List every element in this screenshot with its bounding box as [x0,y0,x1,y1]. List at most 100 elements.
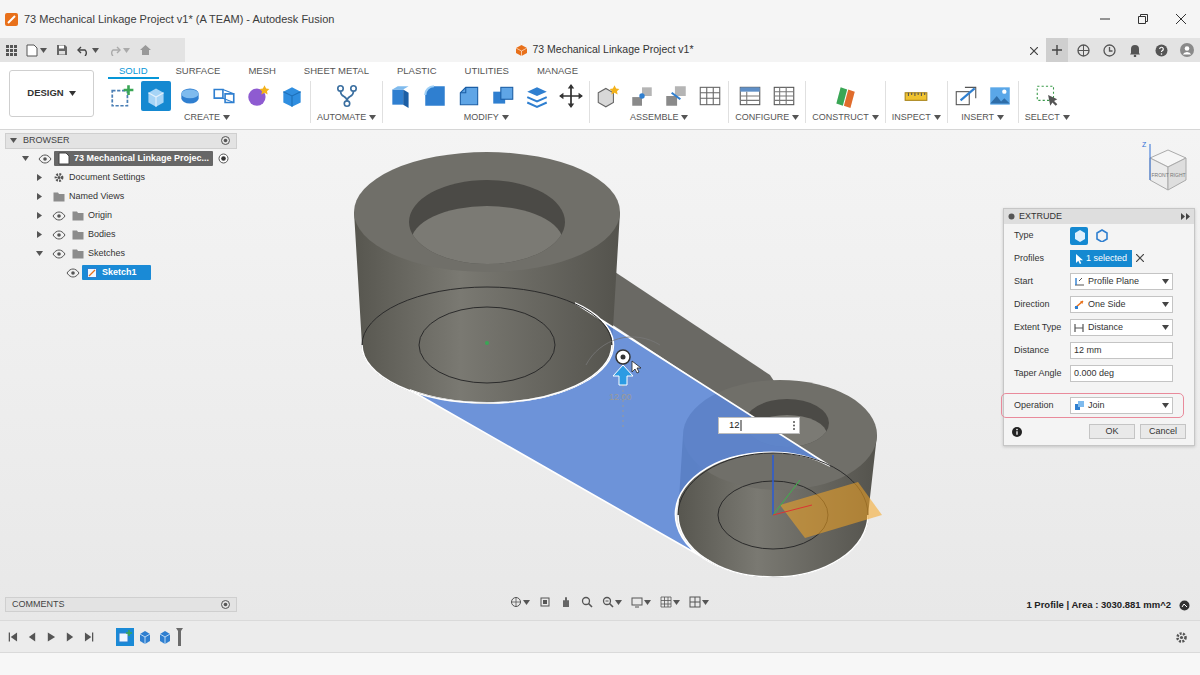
browser-item-box[interactable]: Document Settings [49,170,149,186]
insert-tool[interactable] [951,81,981,111]
dropdown[interactable]: Distance [1070,319,1173,336]
viewports-button[interactable] [689,596,709,608]
workspace-label[interactable]: DESIGN [27,86,63,100]
group-menu[interactable]: INSPECT [889,111,944,123]
group-label[interactable]: SELECT [1025,111,1060,123]
type-control[interactable] [1070,227,1173,245]
workspace-button[interactable]: DESIGN [9,70,94,117]
expand-icon[interactable] [36,231,43,238]
zoom-window-button[interactable] [602,596,622,608]
browser-item-box[interactable]: Origin [68,208,116,224]
box-tool[interactable] [277,81,307,111]
play-button[interactable] [46,631,56,643]
component-tool[interactable] [593,81,623,111]
ribbon-tab-label[interactable]: MESH [248,65,275,76]
profile-selection-button[interactable]: 1 selected [1070,250,1132,267]
browser-item[interactable]: Sketch1 [5,263,237,282]
display-button[interactable] [631,596,651,608]
field-value[interactable]: 0.000 deg [1074,367,1114,381]
dropdown-value[interactable]: Distance [1088,321,1123,335]
move-tool[interactable] [556,81,586,111]
ribbon-tab[interactable]: UTILITIES [454,62,520,79]
dropdown-control[interactable]: One Side [1070,296,1173,313]
distance-input-value[interactable]: 12 [729,418,740,432]
expand-icon[interactable] [36,174,43,181]
group-label[interactable]: CREATE [184,111,220,123]
dropdown-value[interactable]: Profile Plane [1088,275,1139,289]
timeline-feature[interactable] [136,628,154,646]
group-menu[interactable]: CONFIGURE [732,111,802,123]
group-label[interactable]: MODIFY [464,111,499,123]
more-button[interactable] [792,418,796,432]
clear-selection-button[interactable] [1136,252,1144,266]
restore-button[interactable] [1124,0,1162,38]
measure-tool[interactable] [901,81,931,111]
revolve-tool[interactable] [175,81,205,111]
browser-item-label[interactable]: Origin [88,209,112,223]
plane-tool[interactable] [830,81,860,111]
radio-icon[interactable] [218,153,229,164]
selection-control[interactable]: 1 selected [1070,250,1173,267]
browser-item[interactable]: Bodies [5,225,237,244]
group-menu[interactable]: SELECT [1022,111,1073,123]
sheet-tool[interactable] [769,81,799,111]
browser-item-box[interactable]: Sketches [68,246,129,262]
timeline-settings-button[interactable] [1175,628,1188,645]
file-button[interactable] [26,44,47,57]
look-at-button[interactable] [539,596,551,608]
first-button[interactable] [8,631,18,643]
project-tool[interactable] [209,81,239,111]
group-menu[interactable]: ASSEMBLE [627,111,692,123]
browser-item-box[interactable]: Sketch1 [82,265,151,281]
input-control[interactable]: 0.000 deg [1070,365,1173,382]
browser-item[interactable]: Sketches [5,244,237,263]
browser-item-label[interactable]: Named Views [69,190,124,204]
browser-item-label[interactable]: 73 Mechanical Linkage Projec... [74,152,209,166]
dropdown-value[interactable]: One Side [1088,298,1126,312]
browser-item[interactable]: 73 Mechanical Linkage Projec... [5,149,237,168]
previous-button[interactable] [27,631,37,643]
group-label[interactable]: AUTOMATE [317,111,366,123]
browser-item[interactable]: Document Settings [5,168,237,187]
zoom-button[interactable] [581,596,593,608]
collapse-panel-button[interactable] [10,134,17,148]
input-control[interactable]: 12 mm [1070,342,1173,359]
distance-input[interactable]: 12 [718,417,800,434]
grid-button[interactable] [660,596,680,608]
selection-count[interactable]: 1 selected [1086,252,1127,266]
close-window-button[interactable] [1162,0,1200,38]
dropdown[interactable]: One Side [1070,296,1173,313]
ribbon-tab-label[interactable]: PLASTIC [397,65,437,76]
combine-tool[interactable] [488,81,518,111]
ribbon-tab[interactable]: PLASTIC [386,62,448,79]
dropdown-control[interactable]: Distance [1070,319,1173,336]
extensions-button[interactable] [1070,38,1096,62]
group-menu[interactable]: CREATE [181,111,233,123]
ribbon-tab-label[interactable]: SOLID [119,65,148,76]
save-button[interactable] [56,44,68,56]
redo-button[interactable] [108,45,130,56]
browser-item-box[interactable]: 73 Mechanical Linkage Projec... [54,151,213,167]
undo-button[interactable] [77,45,99,56]
group-menu[interactable]: MODIFY [461,111,512,123]
home-button[interactable] [139,44,152,56]
text-field[interactable]: 12 mm [1070,342,1173,359]
timeline-marker[interactable] [176,627,183,645]
extrude-tool[interactable] [141,81,171,111]
group-menu[interactable]: CONSTRUCT [809,111,882,123]
pin-button[interactable] [221,134,230,148]
browser-item-label[interactable]: Sketch1 [102,266,137,280]
eye-icon[interactable] [52,210,66,222]
pin-button[interactable] [221,598,230,612]
group-label[interactable]: INSPECT [892,111,931,123]
automate-tool[interactable] [332,81,362,111]
expand-icon[interactable] [36,193,43,200]
orbit-button[interactable] [510,596,530,608]
front-face-label[interactable]: FRONT [1152,172,1169,178]
ribbon-tab[interactable]: SURFACE [165,62,232,79]
group-label[interactable]: CONSTRUCT [812,111,869,123]
ribbon-tab[interactable]: MESH [237,62,286,79]
document-tab[interactable]: 73 Mechanical Linkage Project v1* [185,38,1046,62]
chamfer-tool[interactable] [454,81,484,111]
apps-button[interactable] [6,45,17,56]
